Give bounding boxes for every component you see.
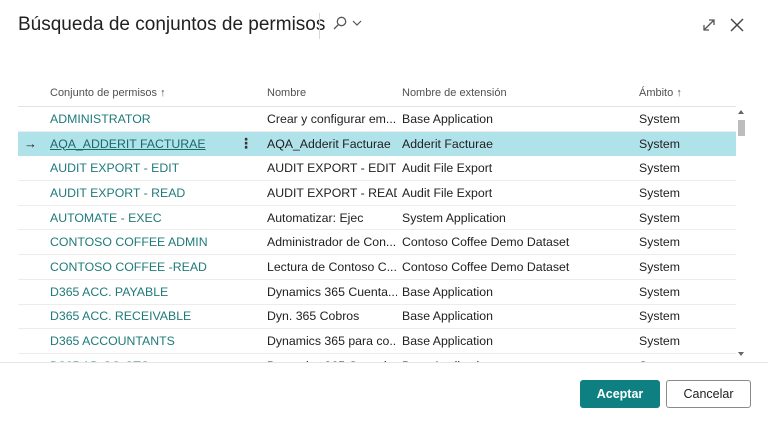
table-row[interactable]: D365 ACC. RECEIVABLE Dyn. 365 Cobros Bas… — [18, 305, 736, 330]
header-divider — [319, 13, 320, 39]
table-row[interactable]: D365 AD-SO-STS Dynamics 365 Conexio... B… — [18, 354, 736, 362]
scope-cell: System — [639, 161, 680, 176]
scroll-down-arrow-icon[interactable] — [738, 352, 744, 356]
extension-name-cell: Adderit Facturae — [402, 136, 493, 151]
sort-ascending-icon: ↑ — [676, 87, 682, 99]
table-row[interactable]: D365 ACC. PAYABLE Dynamics 365 Cuenta...… — [18, 280, 736, 305]
sort-ascending-icon: ↑ — [160, 87, 166, 99]
permission-set-link[interactable]: ADMINISTRATOR — [50, 107, 255, 131]
extension-name-cell: Base Application — [402, 309, 493, 324]
scope-cell: System — [639, 185, 680, 200]
dialog-header: Búsqueda de conjuntos de permisos — [0, 0, 768, 58]
extension-name-cell: Audit File Export — [402, 185, 493, 200]
scope-cell: System — [639, 284, 680, 299]
search-icon — [332, 15, 348, 36]
scope-cell: System — [639, 354, 729, 362]
column-header-name[interactable]: Nombre — [267, 80, 306, 106]
accept-button[interactable]: Aceptar — [580, 380, 660, 408]
permission-set-link[interactable]: AUTOMATE - EXEC — [50, 206, 255, 230]
vertical-scrollbar[interactable] — [736, 108, 748, 358]
scope-cell: System — [639, 334, 680, 349]
permission-set-link[interactable]: D365 ACC. RECEIVABLE — [50, 305, 255, 329]
scope-cell: System — [639, 210, 680, 225]
table-row[interactable]: CONTOSO COFFEE ADMIN Administrador de Co… — [18, 230, 736, 256]
name-cell: Dynamics 365 para co... — [267, 334, 397, 349]
permission-set-link[interactable]: CONTOSO COFFEE ADMIN — [50, 230, 255, 254]
name-cell: AUDIT EXPORT - EDIT — [267, 161, 397, 176]
scope-cell: System — [639, 309, 680, 324]
row-actions-menu-icon[interactable]: ⋮ — [239, 132, 253, 156]
column-header-scope[interactable]: Ámbito ↑ — [639, 80, 682, 106]
selected-row-arrow-icon: → — [24, 136, 37, 152]
table-row[interactable]: AUTOMATE - EXEC Automatizar: Ejec System… — [18, 206, 736, 231]
permission-set-link[interactable]: CONTOSO COFFEE -READ — [50, 255, 255, 279]
dialog-title: Búsqueda de conjuntos de permisos — [18, 14, 326, 35]
scroll-up-arrow-icon[interactable] — [738, 110, 744, 114]
name-cell: Dynamics 365 Cuenta... — [267, 284, 397, 299]
permission-set-link[interactable]: AUDIT EXPORT - READ — [50, 181, 255, 205]
table-row[interactable]: AUDIT EXPORT - READ AUDIT EXPORT - READ … — [18, 181, 736, 206]
name-cell: Automatizar: Ejec — [267, 210, 364, 225]
scope-cell: System — [639, 259, 680, 274]
extension-name-cell: Base Application — [402, 111, 493, 126]
close-icon[interactable] — [726, 14, 748, 36]
extension-name-cell: Contoso Coffee Demo Dataset — [402, 259, 570, 274]
permission-set-link[interactable]: AQA_ADDERIT FACTURAE — [50, 132, 255, 156]
extension-name-cell: Audit File Export — [402, 161, 493, 176]
permission-set-link[interactable]: D365 ACC. PAYABLE — [50, 280, 255, 304]
scope-cell: System — [639, 136, 680, 151]
footer-divider — [0, 362, 768, 363]
cancel-button[interactable]: Cancelar — [666, 380, 751, 408]
name-cell: Dynamics 365 Conexio... — [267, 354, 397, 362]
table-row[interactable]: D365 ACCOUNTANTS Dynamics 365 para co...… — [18, 329, 736, 354]
name-cell: Administrador de Con... — [267, 235, 397, 250]
table-row[interactable]: CONTOSO COFFEE -READ Lectura de Contoso … — [18, 255, 736, 280]
table-row[interactable]: AUDIT EXPORT - EDIT AUDIT EXPORT - EDIT … — [18, 156, 736, 182]
name-cell: AQA_Adderit Facturae — [267, 136, 391, 151]
scope-cell: System — [639, 111, 680, 126]
scrollbar-thumb[interactable] — [738, 120, 745, 136]
permission-sets-table: Conjunto de permisos ↑ Nombre Nombre de … — [18, 80, 750, 362]
extension-name-cell: System Application — [402, 210, 506, 225]
expand-icon[interactable] — [698, 14, 720, 36]
extension-name-cell: Base Application — [402, 284, 493, 299]
name-cell: Lectura de Contoso C... — [267, 259, 397, 274]
table-body: ADMINISTRATOR Crear y configurar em... B… — [18, 107, 736, 362]
permission-set-link[interactable]: AUDIT EXPORT - EDIT — [50, 156, 255, 180]
chevron-down-icon — [351, 16, 363, 34]
table-row-selected[interactable]: → AQA_ADDERIT FACTURAE ⋮ AQA_Adderit Fac… — [18, 131, 736, 157]
search-button[interactable] — [332, 14, 372, 36]
name-cell: Dyn. 365 Cobros — [267, 309, 360, 324]
extension-name-cell: Base Application — [402, 354, 637, 362]
column-header-permission-set[interactable]: Conjunto de permisos ↑ — [50, 80, 166, 106]
extension-name-cell: Base Application — [402, 334, 493, 349]
name-cell: AUDIT EXPORT - READ — [267, 185, 397, 200]
scope-cell: System — [639, 235, 680, 250]
name-cell: Crear y configurar em... — [267, 111, 397, 126]
extension-name-cell: Contoso Coffee Demo Dataset — [402, 235, 570, 250]
permission-set-link[interactable]: D365 ACCOUNTANTS — [50, 329, 255, 353]
column-header-extension-name[interactable]: Nombre de extensión — [402, 80, 507, 106]
permission-set-link[interactable]: D365 AD-SO-STS — [50, 354, 255, 362]
table-row[interactable]: ADMINISTRATOR Crear y configurar em... B… — [18, 107, 736, 132]
